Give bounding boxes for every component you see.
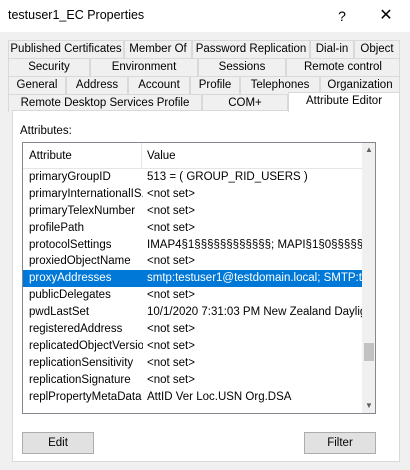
attribute-value: AttID Ver Loc.USN Org.DSA — [147, 390, 292, 403]
tab-member-of[interactable]: Member Of — [124, 40, 192, 58]
list-rows: primaryGroupID 513 = ( GROUP_RID_USERS ) … — [23, 169, 362, 405]
edit-button[interactable]: Edit — [22, 432, 94, 454]
list-row[interactable]: replicationSensitivity <not set> — [23, 355, 362, 372]
list-row[interactable]: replPropertyMetaData AttID Ver Loc.USN Or… — [23, 389, 362, 406]
attributes-label: Attributes: — [20, 125, 72, 137]
scroll-thumb[interactable] — [364, 343, 374, 361]
tab-remote-control[interactable]: Remote control — [286, 58, 400, 76]
tab-environment[interactable]: Environment — [90, 58, 198, 76]
attribute-name: replicatedObjectVersion — [29, 339, 143, 352]
close-button[interactable]: ✕ — [366, 0, 406, 32]
column-header-attribute[interactable]: Attribute — [29, 150, 72, 162]
attributes-list[interactable]: Attribute Value primaryGroupID 513 = ( GR… — [22, 142, 376, 414]
tab-security[interactable]: Security — [8, 58, 90, 76]
attribute-name: profilePath — [29, 221, 84, 234]
attribute-name: primaryInternationalIS... — [29, 187, 143, 200]
list-header: Attribute Value — [23, 143, 362, 169]
tab-address[interactable]: Address — [66, 76, 128, 94]
attribute-name: replPropertyMetaData — [29, 390, 142, 403]
tab-dial-in[interactable]: Dial-in — [310, 40, 354, 58]
attribute-value: 10/1/2020 7:31:03 PM New Zealand Dayligh — [147, 306, 362, 319]
attribute-name: proxiedObjectName — [29, 255, 131, 268]
column-header-value[interactable]: Value — [147, 150, 176, 162]
list-row[interactable]: primaryGroupID 513 = ( GROUP_RID_USERS ) — [23, 169, 362, 186]
list-row[interactable]: publicDelegates <not set> — [23, 287, 362, 304]
attribute-value: <not set> — [147, 323, 195, 336]
attribute-name: registeredAddress — [29, 323, 123, 336]
list-row-selected[interactable]: proxyAddresses smtp:testuser1@testdomain.… — [23, 270, 362, 288]
filter-button[interactable]: Filter — [304, 432, 376, 454]
tab-published-certificates[interactable]: Published Certificates — [8, 40, 124, 58]
attribute-value: <not set> — [147, 339, 195, 352]
list-row[interactable]: replicationSignature <not set> — [23, 372, 362, 389]
scroll-down-arrow-icon[interactable]: ▼ — [362, 399, 375, 413]
column-divider[interactable] — [141, 143, 142, 169]
attribute-name: replicationSensitivity — [29, 356, 134, 369]
list-row[interactable]: replicatedObjectVersion <not set> — [23, 338, 362, 355]
list-row[interactable]: registeredAddress <not set> — [23, 321, 362, 338]
attribute-name: proxyAddresses — [29, 272, 112, 285]
attribute-value: <not set> — [147, 255, 195, 268]
attribute-name: primaryGroupID — [29, 171, 111, 183]
help-button[interactable]: ? — [324, 0, 360, 32]
tab-attribute-editor[interactable]: Attribute Editor — [288, 92, 400, 112]
tab-general[interactable]: General — [8, 76, 66, 94]
attribute-value: IMAP4§1§§§§§§§§§§§§; MAPI§1§0§§§§§§§ — [147, 238, 362, 251]
attribute-value: <not set> — [147, 221, 195, 234]
attribute-value: <not set> — [147, 356, 195, 369]
attribute-value: <not set> — [147, 289, 195, 302]
vertical-scrollbar[interactable]: ▲ ▼ — [362, 143, 375, 413]
tab-password-replication[interactable]: Password Replication — [192, 40, 310, 58]
attribute-value: <not set> — [147, 373, 195, 386]
title-bar: testuser1_EC Properties ? ✕ — [0, 0, 410, 32]
list-row[interactable]: profilePath <not set> — [23, 220, 362, 237]
attribute-name: protocolSettings — [29, 238, 112, 251]
list-row[interactable]: protocolSettings IMAP4§1§§§§§§§§§§§§; MAP… — [23, 237, 362, 254]
attribute-name: publicDelegates — [29, 289, 111, 302]
attribute-value: <not set> — [147, 187, 195, 200]
attribute-value: 513 = ( GROUP_RID_USERS ) — [147, 171, 308, 183]
scroll-up-arrow-icon[interactable]: ▲ — [362, 143, 375, 157]
tab-object[interactable]: Object — [354, 40, 400, 58]
window-title: testuser1_EC Properties — [8, 8, 145, 22]
tab-account[interactable]: Account — [128, 76, 190, 94]
list-row[interactable]: proxiedObjectName <not set> — [23, 253, 362, 270]
list-row[interactable]: primaryInternationalIS... <not set> — [23, 186, 362, 203]
attribute-name: replicationSignature — [29, 373, 131, 386]
attribute-value: smtp:testuser1@testdomain.local; SMTP:te… — [147, 272, 362, 285]
tab-sessions[interactable]: Sessions — [198, 58, 286, 76]
list-row[interactable]: pwdLastSet 10/1/2020 7:31:03 PM New Zeala… — [23, 304, 362, 321]
tab-profile[interactable]: Profile — [190, 76, 240, 94]
list-row[interactable]: primaryTelexNumber <not set> — [23, 203, 362, 220]
attribute-name: primaryTelexNumber — [29, 204, 136, 217]
attribute-name: pwdLastSet — [29, 306, 90, 319]
attribute-value: <not set> — [147, 204, 195, 217]
